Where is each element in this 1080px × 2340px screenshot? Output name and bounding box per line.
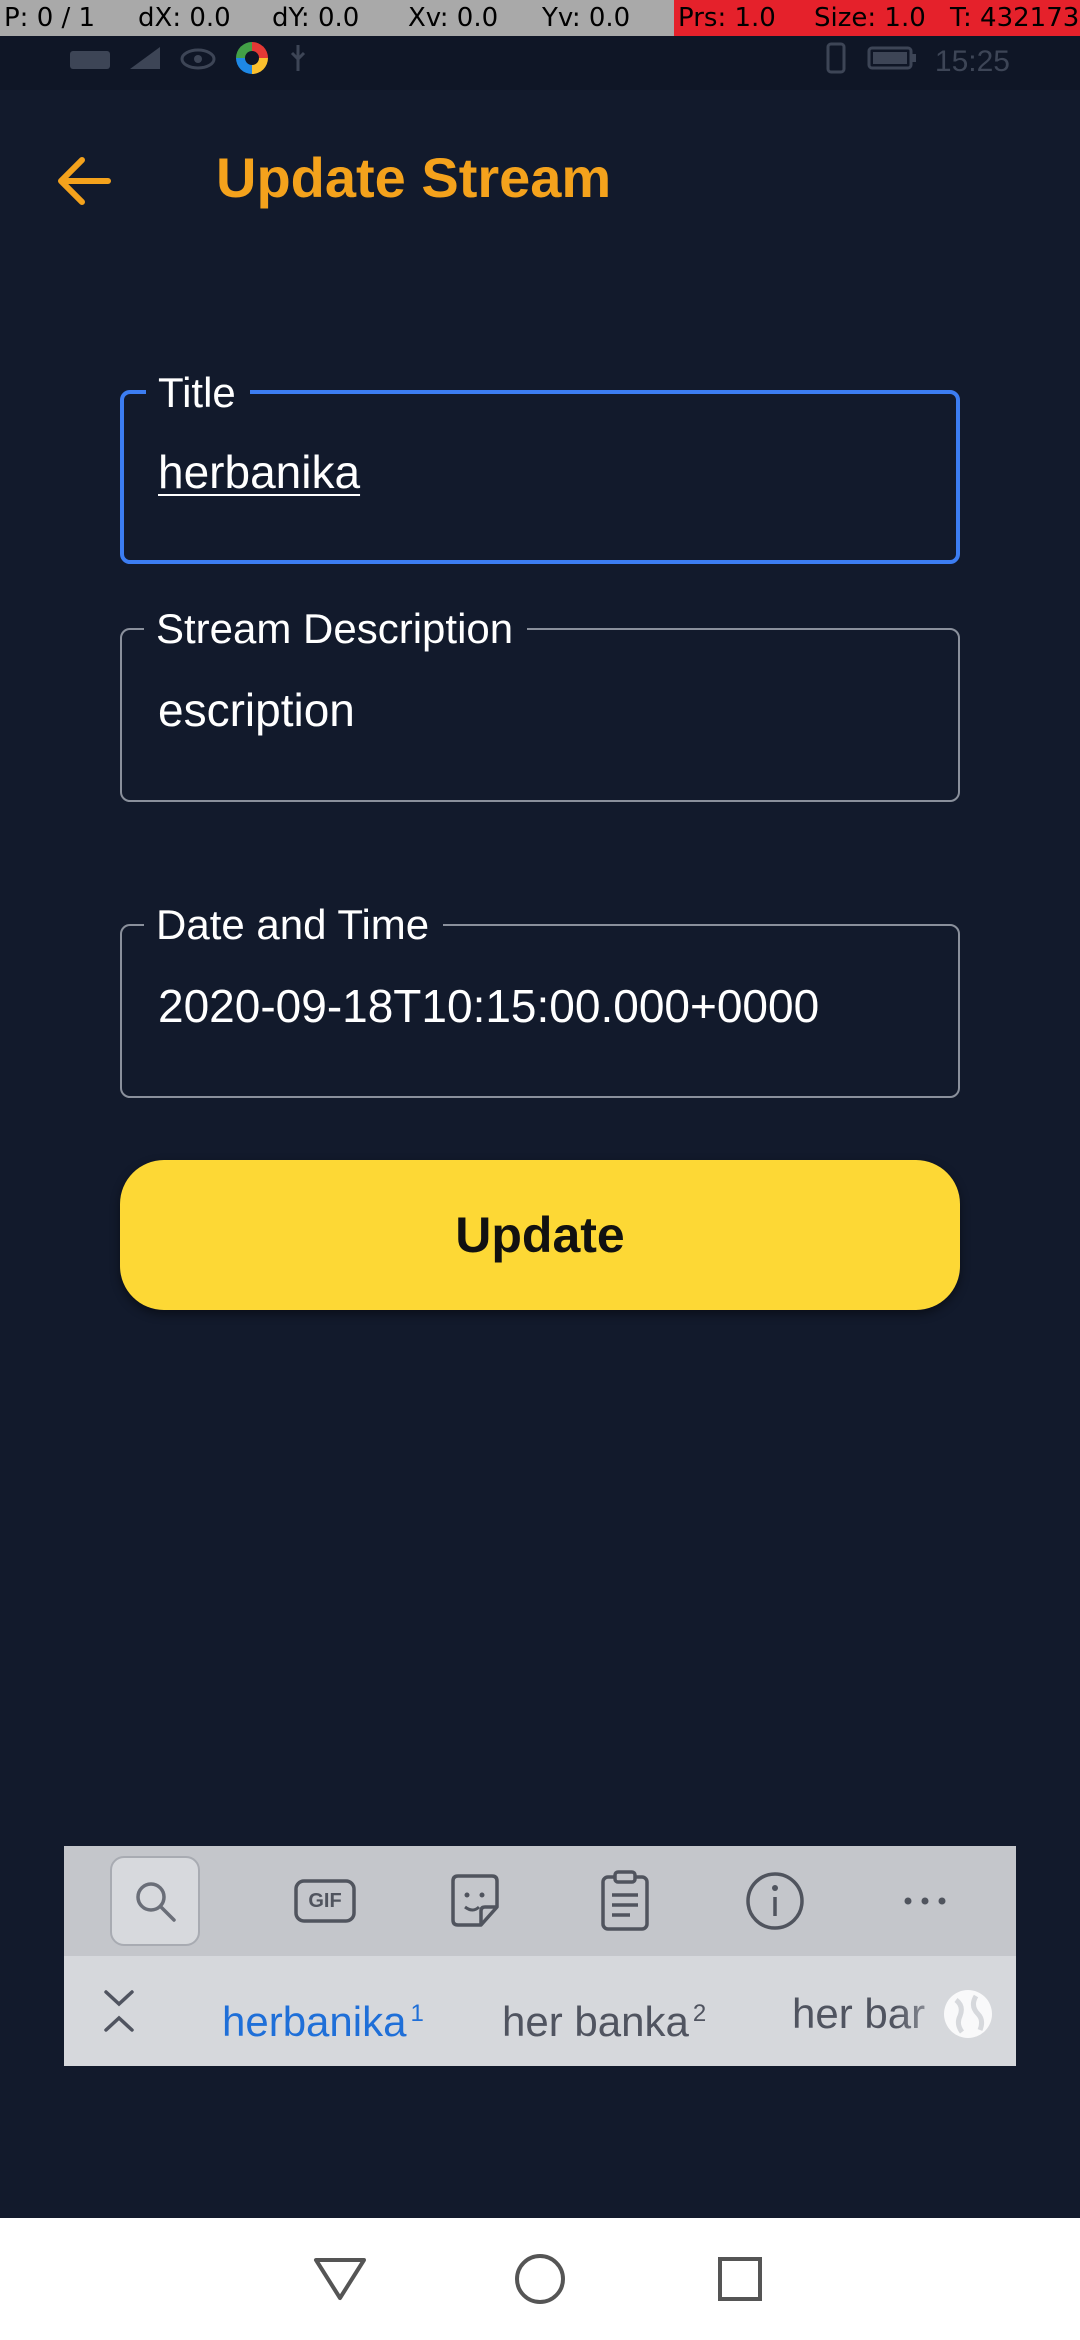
back-button[interactable] [50,146,120,216]
usb-icon [288,43,308,81]
clipboard-icon [601,1870,649,1931]
datetime-field[interactable]: Date and Time 2020-09-18T10:15:00.000+00… [120,900,960,1098]
description-field-value[interactable]: escription [158,682,355,738]
debug-xv: Xv: 0.0 [408,3,499,33]
chevron-collapse-icon [104,1990,134,2032]
debug-time: T: 432173 [946,0,1080,36]
datetime-field-label: Date and Time [144,900,444,950]
keyboard-more-button[interactable] [880,1856,970,1946]
collapse-keyboard-button[interactable] [94,1986,144,2036]
globe-icon [944,1990,992,2038]
gif-label: GIF [308,1889,342,1912]
arrow-left-icon [58,157,111,205]
debug-pointer-count: P: 0 / 1 [4,3,96,33]
wifi-icon [70,45,110,79]
suggestion-1-text: herbanika [222,1998,407,2045]
status-time: 15:25 [934,45,1010,78]
debug-size: Size: 1.0 [810,0,946,36]
status-bar: 15:25 [0,36,1080,90]
description-field-label: Stream Description [144,604,528,654]
recents-square-icon [718,2257,762,2301]
title-field[interactable]: Title herbanika [120,368,960,564]
suggestion-1[interactable]: herbanika 1 [222,1986,424,2050]
title-field-label: Title [146,368,250,418]
keyboard-clipboard-button[interactable] [580,1856,670,1946]
browser-app-icon [234,40,270,84]
sticker-icon [451,1874,499,1927]
search-icon [136,1882,176,1922]
back-triangle-icon [314,2258,366,2300]
home-circle-icon [515,2254,565,2304]
datetime-field-value[interactable]: 2020-09-18T10:15:00.000+0000 [158,978,819,1034]
update-button[interactable]: Update [120,1160,960,1310]
suggestion-2-text: her banka [502,1998,689,2045]
nav-recents-button[interactable] [700,2239,780,2319]
battery-icon [867,45,917,79]
info-icon [746,1872,804,1930]
suggestion-2[interactable]: her banka 2 [502,1986,706,2050]
suggestion-2-index: 2 [692,2000,707,2027]
signal-icon [128,45,162,79]
keyboard-suggestion-strip: herbanika 1 her banka 2 her bar [64,1956,1016,2066]
pointer-debug-bar: P: 0 / 1 dX: 0.0 dY: 0.0 Xv: 0.0 Yv: 0.0… [0,0,1080,36]
status-left-icons [70,40,308,84]
page-title: Update Stream [216,146,612,209]
debug-dy: dY: 0.0 [272,3,360,33]
status-right-icons: 15:25 [823,42,1010,82]
debug-dx: dX: 0.0 [138,3,231,33]
keyboard-sticker-button[interactable] [430,1856,520,1946]
more-icon [904,1897,946,1905]
language-button[interactable] [940,1986,996,2042]
nav-home-button[interactable] [500,2239,580,2319]
keyboard-toolbar: GIF [64,1846,1016,1956]
debug-yv: Yv: 0.0 [542,3,631,33]
nav-back-button[interactable] [300,2239,380,2319]
keyboard-gif-button[interactable]: GIF [280,1856,370,1946]
keyboard-search-button[interactable] [110,1856,200,1946]
app-bar: Update Stream [0,90,1080,260]
description-field[interactable]: Stream Description escription [120,604,960,802]
keyboard-info-button[interactable] [730,1856,820,1946]
system-navigation-bar [0,2218,1080,2340]
debug-pressure: Prs: 1.0 [674,0,810,36]
eye-icon [180,45,216,79]
title-field-value[interactable]: herbanika [158,444,360,500]
suggestion-1-index: 1 [410,2000,424,2027]
vibrate-icon [823,42,849,82]
